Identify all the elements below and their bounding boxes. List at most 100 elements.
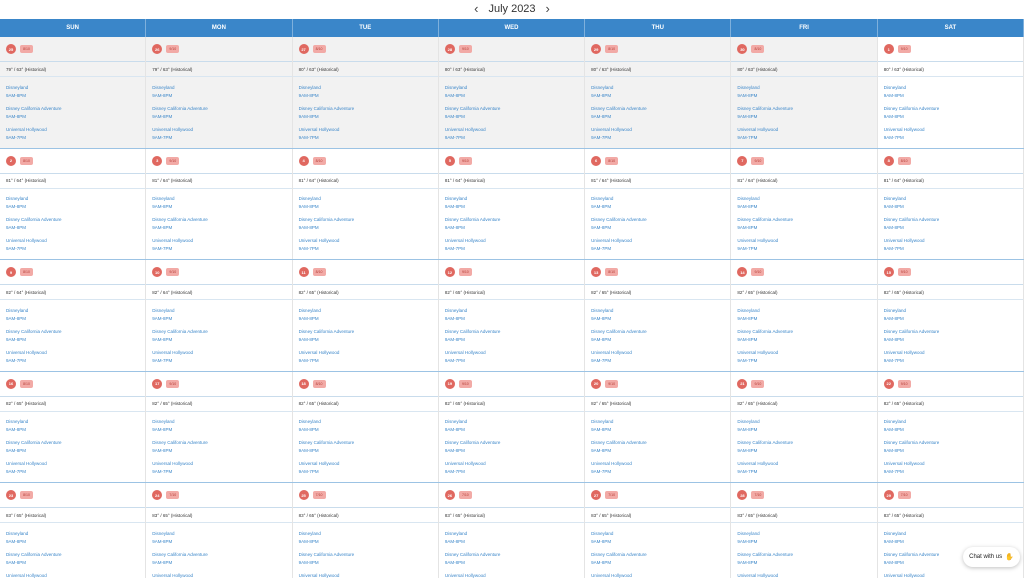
park-name-link[interactable]: Disney California Adventure bbox=[152, 328, 291, 336]
park-entry[interactable]: Disneyland 9AM-8PM bbox=[445, 193, 584, 214]
park-name-link[interactable]: Disneyland bbox=[6, 84, 145, 92]
day-cell[interactable]: 17 9/10 82° / 65° (Historical) Disneyland 9A… bbox=[146, 371, 293, 483]
day-cell[interactable]: 19 9/10 82° / 65° (Historical) Disneyland 9A… bbox=[438, 371, 586, 483]
park-hours-link[interactable]: 9AM-7PM bbox=[152, 245, 291, 253]
park-entry[interactable]: Disneyland 9AM-8PM bbox=[591, 304, 730, 325]
park-hours-link[interactable]: 9AM-8PM bbox=[884, 426, 1023, 434]
park-name-link[interactable]: Universal Hollywood bbox=[152, 460, 291, 468]
park-entry[interactable]: Disneyland 9AM-8PM bbox=[6, 81, 145, 102]
park-name-link[interactable]: Disneyland bbox=[445, 530, 584, 538]
park-name-link[interactable]: Disney California Adventure bbox=[152, 439, 291, 447]
park-entry[interactable]: Disneyland 9AM-8PM bbox=[6, 416, 145, 437]
park-name-link[interactable]: Universal Hollywood bbox=[6, 572, 145, 578]
park-entry[interactable]: Universal Hollywood9AM-7PM bbox=[737, 123, 876, 144]
park-entry[interactable]: Disney California Adventure 9AM-8PM bbox=[152, 548, 291, 569]
park-name-link[interactable]: Disneyland bbox=[884, 195, 1023, 203]
park-hours-link[interactable]: 9AM-8PM bbox=[884, 315, 1023, 323]
park-hours-link[interactable]: 9AM-7PM bbox=[152, 357, 291, 365]
park-entry[interactable]: Disneyland 9AM-8PM bbox=[591, 81, 730, 102]
park-hours-link[interactable]: 9AM-8PM bbox=[884, 92, 1023, 100]
park-hours-link[interactable]: 9AM-8PM bbox=[152, 447, 291, 455]
park-hours-link[interactable]: 9AM-7PM bbox=[299, 468, 438, 476]
park-entry[interactable]: Universal Hollywood9AM-7PM bbox=[737, 458, 876, 479]
park-entry[interactable]: Universal Hollywood9AM-7PM bbox=[591, 235, 730, 256]
park-entry[interactable]: Disneyland 9AM-8PM bbox=[152, 416, 291, 437]
day-cell[interactable]: 16 8/10 82° / 65° (Historical) Disneyland 9A… bbox=[0, 371, 147, 483]
park-name-link[interactable]: Disney California Adventure bbox=[299, 328, 438, 336]
park-hours-link[interactable]: 9AM-8PM bbox=[884, 538, 1023, 546]
park-hours-link[interactable]: 9AM-7PM bbox=[6, 245, 145, 253]
park-entry[interactable]: Universal Hollywood9AM-7PM bbox=[299, 235, 438, 256]
park-name-link[interactable]: Disneyland bbox=[591, 418, 730, 426]
park-entry[interactable]: Disneyland 9AM-8PM bbox=[299, 527, 438, 548]
park-entry[interactable]: Universal Hollywood9AM-7PM bbox=[6, 123, 145, 144]
park-entry[interactable]: Disney California Adventure 9AM-8PM bbox=[299, 214, 438, 235]
park-hours-link[interactable]: 9AM-8PM bbox=[591, 315, 730, 323]
park-hours-link[interactable]: 9AM-8PM bbox=[591, 447, 730, 455]
park-hours-link[interactable]: 9AM-8PM bbox=[152, 426, 291, 434]
park-hours-link[interactable]: 9AM-7PM bbox=[152, 134, 291, 142]
park-entry[interactable]: Disney California Adventure 9AM-8PM bbox=[737, 437, 876, 458]
next-month-button[interactable]: › bbox=[546, 0, 550, 18]
park-name-link[interactable]: Universal Hollywood bbox=[737, 349, 876, 357]
park-name-link[interactable]: Disney California Adventure bbox=[6, 439, 145, 447]
park-hours-link[interactable]: 9AM-8PM bbox=[884, 113, 1023, 121]
park-name-link[interactable]: Disneyland bbox=[299, 418, 438, 426]
park-hours-link[interactable]: 9AM-8PM bbox=[152, 559, 291, 567]
park-name-link[interactable]: Disneyland bbox=[591, 195, 730, 203]
day-cell[interactable]: 15 9/10 82° / 65° (Historical) Disneyland 9A… bbox=[877, 260, 1024, 371]
park-entry[interactable]: Disney California Adventure 9AM-8PM bbox=[445, 548, 584, 569]
park-name-link[interactable]: Universal Hollywood bbox=[152, 349, 291, 357]
park-hours-link[interactable]: 9AM-7PM bbox=[737, 134, 876, 142]
park-entry[interactable]: Universal Hollywood9AM-7PM bbox=[152, 458, 291, 479]
park-name-link[interactable]: Disney California Adventure bbox=[299, 105, 438, 113]
park-entry[interactable]: Disney California Adventure 9AM-8PM bbox=[737, 214, 876, 235]
park-hours-link[interactable]: 9AM-7PM bbox=[445, 357, 584, 365]
park-hours-link[interactable]: 9AM-8PM bbox=[299, 426, 438, 434]
park-hours-link[interactable]: 9AM-8PM bbox=[6, 92, 145, 100]
park-name-link[interactable]: Universal Hollywood bbox=[737, 237, 876, 245]
park-hours-link[interactable]: 9AM-7PM bbox=[737, 245, 876, 253]
park-hours-link[interactable]: 9AM-8PM bbox=[6, 315, 145, 323]
park-hours-link[interactable]: 9AM-8PM bbox=[6, 538, 145, 546]
park-entry[interactable]: Universal Hollywood9AM-7PM bbox=[299, 123, 438, 144]
park-hours-link[interactable]: 9AM-7PM bbox=[6, 134, 145, 142]
park-name-link[interactable]: Universal Hollywood bbox=[299, 126, 438, 134]
park-entry[interactable]: Disneyland 9AM-8PM bbox=[445, 416, 584, 437]
park-name-link[interactable]: Disney California Adventure bbox=[737, 328, 876, 336]
park-hours-link[interactable]: 9AM-8PM bbox=[6, 203, 145, 211]
park-entry[interactable]: Disney California Adventure 9AM-8PM bbox=[152, 325, 291, 346]
park-hours-link[interactable]: 9AM-7PM bbox=[591, 468, 730, 476]
park-entry[interactable]: Disneyland 9AM-8PM bbox=[591, 527, 730, 548]
park-name-link[interactable]: Disney California Adventure bbox=[6, 551, 145, 559]
park-entry[interactable]: Disneyland 9AM-8PM bbox=[152, 81, 291, 102]
park-hours-link[interactable]: 9AM-8PM bbox=[737, 224, 876, 232]
park-name-link[interactable]: Disney California Adventure bbox=[6, 105, 145, 113]
park-name-link[interactable]: Universal Hollywood bbox=[445, 460, 584, 468]
park-name-link[interactable]: Disney California Adventure bbox=[737, 551, 876, 559]
park-name-link[interactable]: Disneyland bbox=[445, 84, 584, 92]
park-hours-link[interactable]: 9AM-8PM bbox=[152, 203, 291, 211]
park-hours-link[interactable]: 9AM-8PM bbox=[445, 559, 584, 567]
park-hours-link[interactable]: 9AM-8PM bbox=[152, 113, 291, 121]
park-hours-link[interactable]: 9AM-8PM bbox=[299, 224, 438, 232]
park-name-link[interactable]: Disney California Adventure bbox=[445, 328, 584, 336]
park-entry[interactable]: Disneyland 9AM-8PM bbox=[884, 416, 1023, 437]
park-entry[interactable]: Universal Hollywood9AM-7PM bbox=[6, 235, 145, 256]
park-entry[interactable]: Disneyland 9AM-8PM bbox=[884, 193, 1023, 214]
park-hours-link[interactable]: 9AM-8PM bbox=[299, 92, 438, 100]
park-name-link[interactable]: Disneyland bbox=[884, 530, 1023, 538]
park-name-link[interactable]: Disney California Adventure bbox=[445, 551, 584, 559]
day-cell[interactable]: 4 8/10 81° / 64° (Historical) Disneyland 9AM… bbox=[292, 148, 439, 260]
day-cell[interactable]: 26 7/10 83° / 65° (Historical) Disneyland 9A… bbox=[438, 483, 586, 578]
park-hours-link[interactable]: 9AM-8PM bbox=[737, 92, 876, 100]
park-entry[interactable]: Disneyland 9AM-8PM bbox=[884, 81, 1023, 102]
park-entry[interactable]: Disney California Adventure 9AM-8PM bbox=[6, 102, 145, 123]
park-hours-link[interactable]: 9AM-7PM bbox=[737, 468, 876, 476]
park-name-link[interactable]: Disney California Adventure bbox=[152, 551, 291, 559]
park-name-link[interactable]: Universal Hollywood bbox=[884, 349, 1023, 357]
day-cell[interactable]: 22 9/10 82° / 65° (Historical) Disneyland 9A… bbox=[877, 371, 1024, 483]
park-entry[interactable]: Universal Hollywood9AM-7PM bbox=[299, 569, 438, 578]
park-name-link[interactable]: Universal Hollywood bbox=[591, 349, 730, 357]
park-name-link[interactable]: Disneyland bbox=[737, 195, 876, 203]
